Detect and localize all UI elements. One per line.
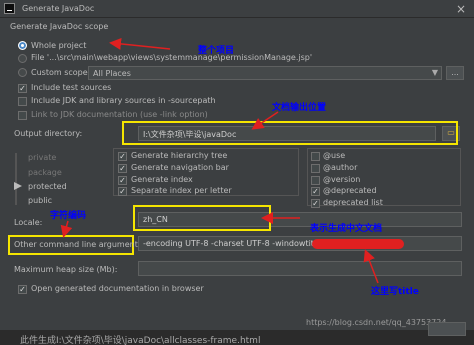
arrow-whole-project <box>109 37 171 50</box>
arrow-title <box>363 249 379 284</box>
annotation-output-location: 文档输出位置 <box>272 103 327 113</box>
annotation-title-here: 这里写title <box>371 287 419 297</box>
annotation-chinese-doc: 表示生成中文文档 <box>310 224 383 234</box>
arrow-encoding <box>60 220 73 238</box>
arrow-output <box>251 111 279 130</box>
annotation-whole-project: 整个项目 <box>198 46 235 56</box>
annotation-encoding: 字符编码 <box>50 211 87 221</box>
